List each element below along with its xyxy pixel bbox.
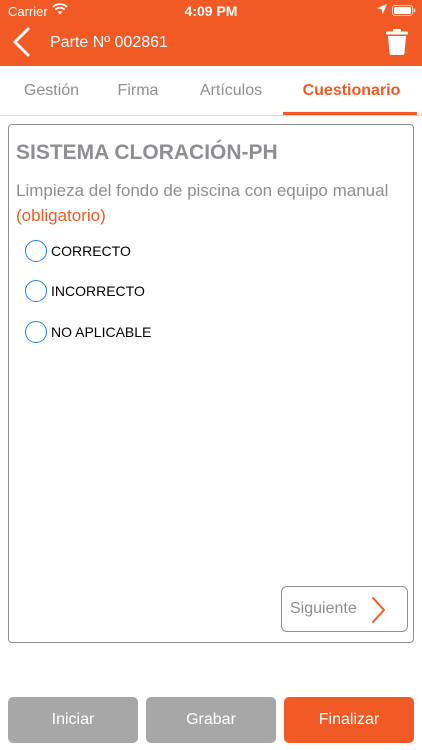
radio-button[interactable] <box>25 321 47 343</box>
section-title: SISTEMA CLORACIÓN-PH <box>16 141 278 164</box>
trash-icon[interactable] <box>386 29 408 55</box>
start-button[interactable]: Iniciar <box>8 697 138 743</box>
next-button-label: Siguiente <box>290 600 357 617</box>
location-arrow-icon <box>377 4 387 14</box>
chevron-right-icon <box>372 597 385 623</box>
clock: 4:09 PM <box>184 3 238 19</box>
page-title: Parte Nº 002861 <box>50 34 168 51</box>
tab-firma[interactable]: Firma <box>88 66 188 116</box>
tabs-divider <box>0 115 422 116</box>
battery-icon <box>392 5 416 16</box>
option-label: NO APLICABLE <box>51 324 152 340</box>
status-bar: Carrier 4:09 PM <box>0 0 422 22</box>
radio-button[interactable] <box>25 280 47 302</box>
tab-bar: Gestión Firma Artículos Cuestionario <box>0 66 422 116</box>
radio-button[interactable] <box>25 240 47 262</box>
question-label: Limpieza del fondo de piscina con equipo… <box>16 181 389 200</box>
questionnaire-card: SISTEMA CLORACIÓN-PH Limpieza del fondo … <box>8 124 414 643</box>
app-header: Carrier 4:09 PM Parte Nº 002861 <box>0 0 422 66</box>
tab-cuestionario[interactable]: Cuestionario <box>283 66 420 116</box>
tab-articulos[interactable]: Artículos <box>178 66 284 116</box>
option-label: INCORRECTO <box>51 283 145 299</box>
next-button[interactable]: Siguiente <box>281 586 408 632</box>
required-label: (obligatorio) <box>16 206 106 225</box>
question-text: Limpieza del fondo de piscina con equipo… <box>16 178 406 228</box>
option-label: CORRECTO <box>51 243 131 259</box>
finish-button[interactable]: Finalizar <box>284 697 414 743</box>
back-chevron-icon[interactable] <box>10 26 34 58</box>
save-button[interactable]: Grabar <box>146 697 276 743</box>
